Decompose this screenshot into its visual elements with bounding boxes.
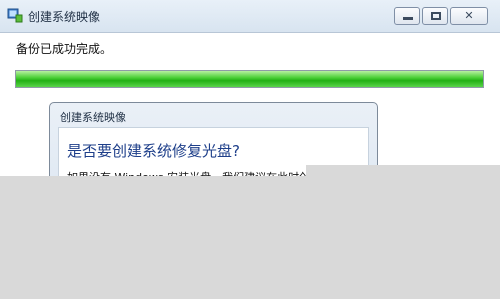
progress-bar-fill — [16, 71, 483, 87]
dialog-heading: 是否要创建系统修复光盘? — [67, 142, 240, 160]
maximize-icon — [431, 12, 441, 20]
gray-overlay — [0, 176, 500, 299]
maximize-button[interactable] — [422, 7, 448, 25]
close-icon: ✕ — [464, 9, 474, 22]
close-button[interactable]: ✕ — [450, 7, 488, 25]
status-message: 备份已成功完成。 — [16, 42, 113, 56]
minimize-icon — [403, 17, 413, 20]
dialog-title: 创建系统映像 — [60, 111, 126, 124]
backup-app-icon — [7, 7, 23, 23]
minimize-button[interactable] — [394, 7, 420, 25]
progress-bar — [15, 70, 484, 88]
title-bar[interactable]: 创建系统映像 ✕ — [0, 0, 500, 33]
window-controls: ✕ — [394, 7, 488, 25]
window-title: 创建系统映像 — [28, 10, 101, 24]
